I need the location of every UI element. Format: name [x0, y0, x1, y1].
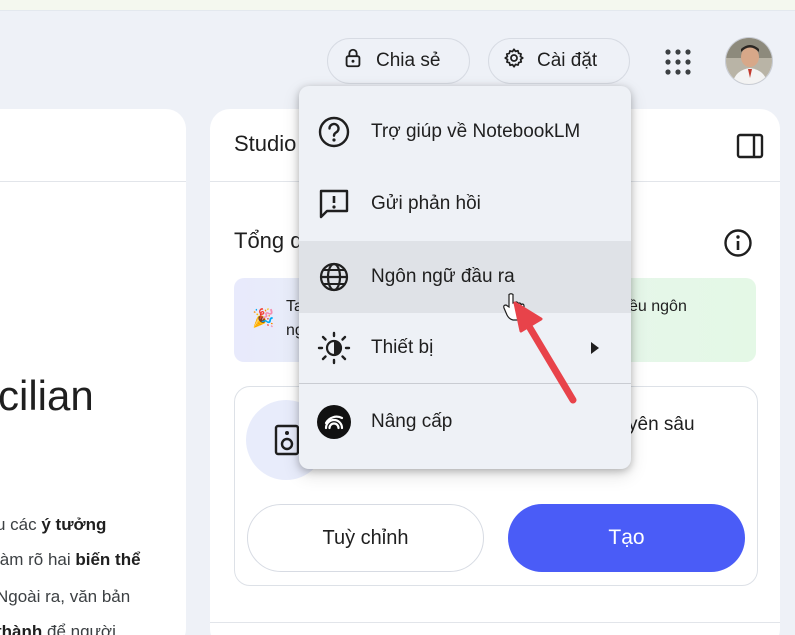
menu-item-label: Gửi phản hồi	[371, 193, 481, 214]
brightness-icon	[317, 331, 351, 365]
share-label: Chia sẻ	[376, 50, 441, 71]
party-popper-icon: 🎉	[252, 308, 275, 328]
notebook-title: cilian	[0, 372, 94, 419]
apps-grid-icon[interactable]	[664, 48, 692, 76]
settings-button[interactable]: Cài đặt	[488, 38, 630, 84]
settings-menu: Trợ giúp về NotebookLM Gửi phản hồi Ngôn…	[299, 86, 631, 469]
studio-title: Studio	[234, 131, 297, 156]
lock-icon	[342, 47, 364, 75]
menu-item-label: Trợ giúp về NotebookLM	[371, 121, 581, 142]
share-button[interactable]: Chia sẻ	[327, 38, 470, 84]
top-strip	[0, 0, 795, 11]
avatar[interactable]	[725, 37, 773, 85]
settings-label: Cài đặt	[537, 50, 598, 71]
speaker-icon	[274, 424, 300, 456]
menu-item-label: Nâng cấp	[371, 411, 453, 432]
menu-item-feedback[interactable]: Gửi phản hồi	[299, 168, 631, 240]
summary-line: thành để người	[0, 622, 116, 635]
sources-divider	[0, 181, 186, 182]
menu-item-label: Ngôn ngữ đầu ra	[371, 266, 515, 287]
help-circle-icon	[317, 115, 351, 149]
create-button[interactable]: Tạo	[508, 504, 745, 572]
upgrade-icon	[317, 405, 351, 439]
globe-icon	[317, 260, 351, 294]
banner-text: ều ngôn	[629, 298, 687, 315]
chevron-right-icon	[589, 341, 601, 355]
summary-line: u các ý tưởng	[0, 515, 107, 534]
summary-line: Ngoài ra, văn bản	[0, 587, 131, 606]
deep-dive-label: yên sâu	[628, 414, 695, 435]
feedback-icon	[317, 187, 351, 221]
panel-toggle-icon[interactable]	[735, 131, 765, 161]
customize-button[interactable]: Tuỳ chỉnh	[247, 504, 484, 572]
annotation-arrow	[495, 285, 590, 410]
info-icon[interactable]	[722, 227, 754, 259]
summary-line: làm rõ hai biến thể	[0, 550, 141, 569]
gear-icon	[503, 47, 525, 75]
menu-item-help[interactable]: Trợ giúp về NotebookLM	[299, 96, 631, 168]
menu-item-label: Thiết bị	[371, 337, 434, 358]
audio-overview-title: Tổng q	[234, 228, 303, 253]
studio-bottom-divider	[210, 622, 780, 623]
